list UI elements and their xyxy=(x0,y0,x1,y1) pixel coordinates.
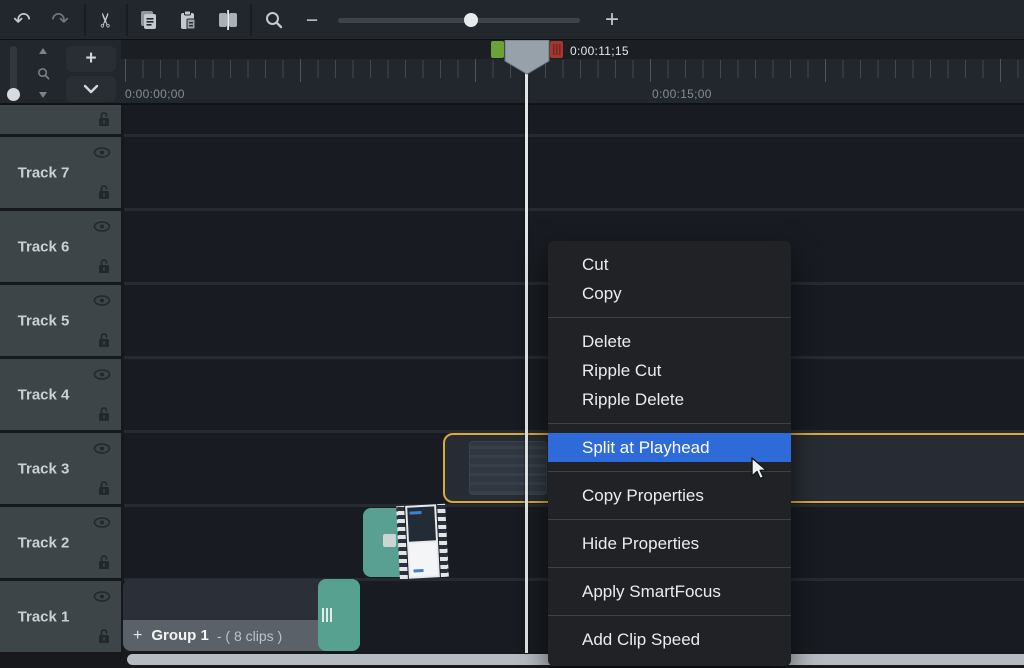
menu-item-delete[interactable]: Delete xyxy=(548,327,791,356)
toolbar: ↶ ↷ ✂ xyxy=(0,0,1024,40)
group-clip-count: - ( 8 clips ) xyxy=(217,628,282,644)
track-height-slider[interactable] xyxy=(10,46,17,98)
track-header-3[interactable]: Track 3 xyxy=(0,433,121,504)
zoom-out-button[interactable]: − xyxy=(296,5,328,35)
track-header-1[interactable]: Track 1 xyxy=(0,581,121,652)
context-menu: Cut Copy Delete Ripple Cut Ripple Delete… xyxy=(548,241,791,666)
track-header-6[interactable]: Track 6 xyxy=(0,211,121,282)
collapse-tracks-button[interactable] xyxy=(66,76,116,102)
menu-item-copy[interactable]: Copy xyxy=(548,279,791,308)
menu-item-add-clip-speed[interactable]: Add Clip Speed xyxy=(548,625,791,654)
add-track-button[interactable]: + xyxy=(66,46,116,72)
playhead-timestamp: 0:00:11;15 xyxy=(570,44,629,58)
group-clip-teal-segment[interactable] xyxy=(318,579,360,651)
expand-group-icon[interactable]: + xyxy=(133,627,142,645)
playhead-in-handle[interactable] xyxy=(491,41,504,58)
split-button[interactable] xyxy=(212,5,244,35)
track-controls-panel: + xyxy=(0,40,121,105)
eye-icon[interactable] xyxy=(93,369,111,380)
eye-icon[interactable] xyxy=(93,443,111,454)
undo-icon: ↶ xyxy=(13,10,31,31)
track-header-2[interactable]: Track 2 xyxy=(0,507,121,578)
redo-icon: ↷ xyxy=(51,10,69,31)
paste-icon xyxy=(177,9,199,31)
timeline-editor: ↶ ↷ ✂ xyxy=(0,0,1024,668)
toolbar-separator xyxy=(84,4,86,36)
lock-icon[interactable] xyxy=(97,406,111,422)
menu-item-ripple-delete[interactable]: Ripple Delete xyxy=(548,385,791,414)
cut-button[interactable]: ✂ xyxy=(90,5,122,35)
group-clip-track1[interactable]: + Group 1 - ( 8 clips ) xyxy=(123,579,360,651)
copy-button[interactable] xyxy=(132,5,164,35)
zoom-tracks-up-icon xyxy=(39,48,47,54)
lock-icon[interactable] xyxy=(97,628,111,644)
track-name: Track 2 xyxy=(0,534,87,551)
add-track-icon: + xyxy=(85,48,96,70)
toolbar-separator xyxy=(126,4,128,36)
chevron-down-icon xyxy=(83,84,99,94)
paste-button[interactable] xyxy=(172,5,204,35)
clip-thumbnail xyxy=(469,441,547,495)
playhead-line[interactable] xyxy=(525,57,528,653)
lock-icon[interactable] xyxy=(97,184,111,200)
menu-item-ripple-cut[interactable]: Ripple Cut xyxy=(548,356,791,385)
cut-icon: ✂ xyxy=(96,12,116,29)
eye-icon[interactable] xyxy=(93,221,111,232)
ruler-label-start: 0:00:00;00 xyxy=(125,87,185,101)
track-name: Track 6 xyxy=(0,238,87,255)
toolbar-separator xyxy=(250,4,252,36)
eye-icon[interactable] xyxy=(93,517,111,528)
track-height-slider-knob[interactable] xyxy=(7,88,20,101)
track-row-7[interactable] xyxy=(124,137,1024,208)
ruler-major-ticks xyxy=(125,59,1023,82)
redo-button[interactable]: ↷ xyxy=(44,5,76,35)
track-header-4[interactable]: Track 4 xyxy=(0,359,121,430)
lock-icon[interactable] xyxy=(97,554,111,570)
eye-icon[interactable] xyxy=(93,591,111,602)
track-header-5[interactable]: Track 5 xyxy=(0,285,121,356)
track-name: Track 4 xyxy=(0,386,87,403)
track-header-partial[interactable] xyxy=(0,105,121,134)
filmstrip-frames xyxy=(405,504,440,579)
track-name: Track 3 xyxy=(0,460,87,477)
zoom-in-icon: + xyxy=(605,8,619,32)
group-name: Group 1 xyxy=(151,627,209,644)
split-icon xyxy=(216,9,240,31)
eye-icon[interactable] xyxy=(93,147,111,158)
zoom-icon xyxy=(264,10,284,30)
clip-track2-head[interactable] xyxy=(363,508,400,577)
playhead-grip[interactable] xyxy=(505,40,549,74)
track-header-7[interactable]: Track 7 xyxy=(0,137,121,208)
vertical-zoom-control[interactable] xyxy=(34,48,52,98)
lock-icon[interactable] xyxy=(97,332,111,348)
menu-item-apply-smartfocus[interactable]: Apply SmartFocus xyxy=(548,577,791,606)
zoom-slider[interactable] xyxy=(338,18,580,23)
eye-icon[interactable] xyxy=(93,295,111,306)
clip-marker xyxy=(383,534,396,547)
timeline-ruler[interactable]: 0:00:00;00 0:00:15;00 xyxy=(121,59,1024,105)
track-name: Track 5 xyxy=(0,312,87,329)
zoom-slider-knob[interactable] xyxy=(464,13,478,27)
grip-icon xyxy=(322,608,334,622)
track-zoom-magnifier-icon xyxy=(37,67,50,80)
copy-icon xyxy=(137,9,159,31)
track-name: Track 7 xyxy=(0,164,87,181)
mouse-cursor-icon xyxy=(750,457,770,486)
lock-icon[interactable] xyxy=(97,258,111,274)
undo-button[interactable]: ↶ xyxy=(6,5,38,35)
lock-icon[interactable] xyxy=(97,480,111,496)
zoom-tracks-down-icon xyxy=(39,92,47,98)
zoom-out-icon: − xyxy=(306,10,318,31)
zoom-in-button[interactable]: + xyxy=(596,5,628,35)
clip-track2-filmstrip[interactable] xyxy=(396,504,449,579)
menu-item-cut[interactable]: Cut xyxy=(548,250,791,279)
track-row-8[interactable] xyxy=(124,105,1024,134)
track-name: Track 1 xyxy=(0,608,87,625)
playhead[interactable] xyxy=(489,39,567,82)
zoom-tool-button[interactable] xyxy=(258,5,290,35)
menu-item-hide-properties[interactable]: Hide Properties xyxy=(548,529,791,558)
ruler-label-15s: 0:00:15;00 xyxy=(652,87,712,101)
lock-icon[interactable] xyxy=(97,111,111,127)
